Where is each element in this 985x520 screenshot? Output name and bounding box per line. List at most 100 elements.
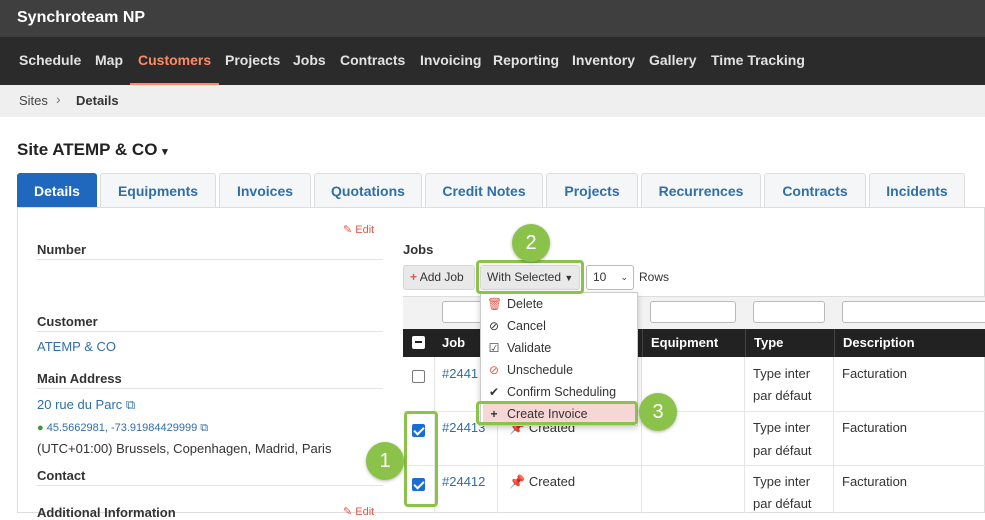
status-cell: 📌 Created: [509, 474, 575, 490]
tab-quotations[interactable]: Quotations: [314, 173, 422, 207]
menu-label: Cancel: [507, 319, 546, 333]
nav-schedule[interactable]: Schedule: [19, 37, 81, 85]
no-entry-icon: ⊘: [488, 363, 500, 377]
nav-map[interactable]: Map: [95, 37, 123, 85]
tab-contracts[interactable]: Contracts: [764, 173, 866, 207]
customer-link[interactable]: ATEMP & CO: [37, 339, 116, 354]
top-bar: Synchroteam NP: [0, 0, 985, 37]
type-cell: par défaut: [753, 388, 812, 403]
coordinates-link[interactable]: ● 45.5662981, -73.91984429999 ⧉: [37, 422, 208, 435]
menu-item-confirm-scheduling[interactable]: ✔ Confirm Scheduling: [487, 382, 616, 402]
plus-icon: +: [410, 270, 418, 284]
tab-projects[interactable]: Projects: [546, 173, 638, 207]
tab-recurrences[interactable]: Recurrences: [641, 173, 761, 207]
filter-type-input[interactable]: [753, 301, 825, 323]
trash-icon: 🗑: [487, 297, 503, 311]
jobs-title: Jobs: [403, 242, 434, 257]
type-cell: par défaut: [753, 496, 812, 511]
menu-item-cancel[interactable]: ⊘ Cancel: [487, 316, 546, 336]
column-equipment[interactable]: Equipment: [642, 329, 744, 357]
column-description[interactable]: Description: [834, 329, 985, 357]
type-cell: Type inter: [753, 474, 811, 489]
edit-link[interactable]: ✎ Edit: [343, 223, 374, 236]
nav-reporting[interactable]: Reporting: [493, 37, 559, 85]
type-cell: Type inter: [753, 420, 811, 435]
type-cell: par défaut: [753, 443, 812, 458]
nav-contracts[interactable]: Contracts: [340, 37, 405, 85]
menu-item-delete[interactable]: 🗑 Delete: [487, 294, 543, 314]
menu-item-validate[interactable]: ☑ Validate: [487, 338, 552, 358]
number-label: Number: [37, 242, 87, 257]
app-title: Synchroteam NP: [17, 9, 146, 26]
tab-equipments[interactable]: Equipments: [100, 173, 216, 207]
filter-description-input[interactable]: [842, 301, 985, 323]
pin-icon: 📌: [509, 474, 526, 489]
external-link-icon: ⧉: [125, 397, 136, 412]
tab-details[interactable]: Details: [17, 173, 97, 207]
callout-number-3: 3: [639, 393, 677, 431]
page-title[interactable]: Site ATEMP & CO ▾: [17, 140, 168, 160]
nav-customers[interactable]: Customers: [130, 37, 220, 85]
callout-number-1: 1: [366, 442, 404, 480]
description-cell: Facturation: [842, 366, 908, 381]
select-all-checkbox[interactable]: [412, 336, 425, 349]
job-link[interactable]: #24412: [442, 474, 485, 489]
column-type[interactable]: Type: [745, 329, 833, 357]
chevron-down-icon: ⌄: [620, 272, 628, 282]
divider: [37, 331, 383, 332]
coordinates-text: 45.5662981, -73.91984429999: [46, 422, 198, 434]
menu-label: Validate: [507, 341, 552, 355]
breadcrumb-sites[interactable]: Sites: [19, 93, 48, 108]
status-text: Created: [528, 474, 576, 489]
add-job-label: Add Job: [419, 270, 464, 284]
callout-highlight-checkboxes: [404, 411, 438, 507]
rows-value: 10: [593, 270, 607, 284]
tab-invoices[interactable]: Invoices: [219, 173, 311, 207]
pencil-icon: ✎: [343, 224, 353, 236]
divider: [37, 485, 383, 486]
tab-incidents[interactable]: Incidents: [869, 173, 965, 207]
menu-label: Delete: [507, 297, 544, 311]
menu-item-unschedule[interactable]: ⊘ Unschedule: [487, 360, 573, 380]
col-divider: [744, 357, 745, 513]
job-link[interactable]: #2441: [442, 366, 478, 381]
main-nav: Schedule Map Customers Projects Jobs Con…: [0, 37, 985, 85]
description-cell: Facturation: [842, 420, 908, 435]
callout-number-2: 2: [512, 224, 550, 262]
edit-link-2[interactable]: ✎ Edit: [343, 505, 374, 518]
menu-label: Unschedule: [507, 363, 574, 377]
col-divider: [641, 357, 642, 513]
menu-label: Confirm Scheduling: [507, 385, 617, 399]
divider: [37, 259, 383, 260]
edit-label: Edit: [355, 224, 375, 236]
breadcrumb-current: Details: [76, 93, 119, 108]
row-divider: [403, 465, 985, 466]
nav-gallery[interactable]: Gallery: [649, 37, 696, 85]
nav-projects[interactable]: Projects: [225, 37, 280, 85]
nav-jobs[interactable]: Jobs: [293, 37, 326, 85]
customer-label: Customer: [37, 314, 98, 329]
address-link[interactable]: 20 rue du Parc ⧉: [37, 397, 135, 413]
add-job-button[interactable]: + Add Job: [403, 265, 475, 290]
nav-time-tracking[interactable]: Time Tracking: [711, 37, 805, 85]
type-cell: Type inter: [753, 366, 811, 381]
map-marker-icon: ●: [37, 422, 44, 434]
breadcrumb-chevron-icon: ›: [56, 91, 61, 107]
description-cell: Facturation: [842, 474, 908, 489]
ban-icon: ⊘: [488, 319, 500, 333]
nav-invoicing[interactable]: Invoicing: [420, 37, 481, 85]
caret-down-icon: ▾: [162, 146, 168, 158]
edit-label: Edit: [355, 506, 375, 518]
contact-label: Contact: [37, 468, 86, 483]
site-title-text: Site ATEMP & CO: [17, 140, 158, 159]
filter-equipment-input[interactable]: [650, 301, 736, 323]
row-checkbox[interactable]: [412, 370, 425, 383]
check-icon: ✔: [488, 385, 500, 399]
timezone-text: (UTC+01:00) Brussels, Copenhagen, Madrid…: [37, 441, 332, 456]
nav-inventory[interactable]: Inventory: [572, 37, 635, 85]
address-text: 20 rue du Parc: [37, 397, 123, 412]
breadcrumb: Sites › Details: [0, 85, 985, 117]
col-divider: [833, 357, 834, 513]
tab-credit-notes[interactable]: Credit Notes: [425, 173, 543, 207]
rows-select[interactable]: 10 ⌄: [586, 265, 634, 290]
